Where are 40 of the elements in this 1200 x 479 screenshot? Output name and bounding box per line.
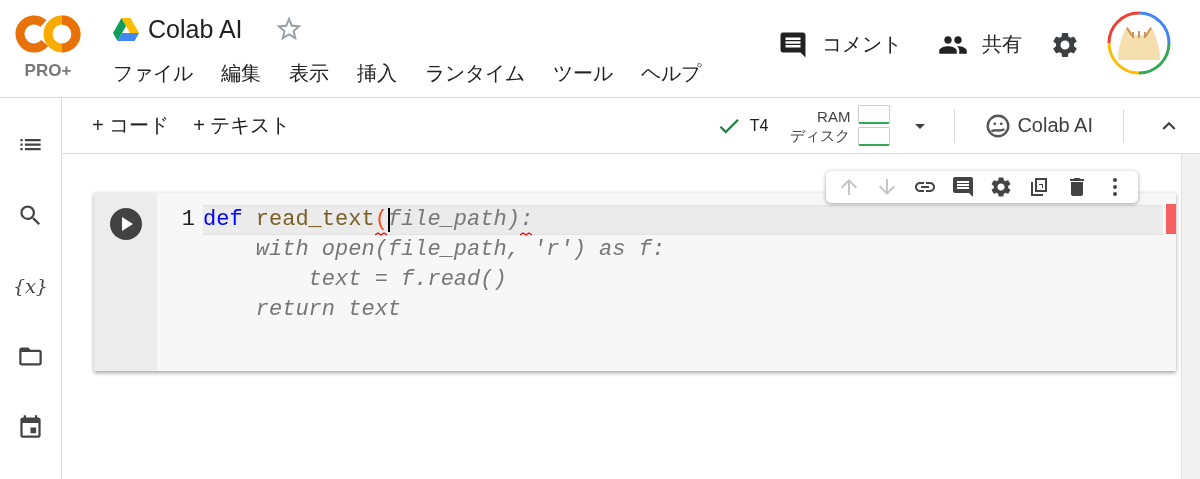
- runtime-label[interactable]: T4: [749, 116, 769, 135]
- code-suggestion: :: [519, 205, 534, 235]
- menu-item[interactable]: ヘルプ: [637, 58, 713, 89]
- code-suggestion: text = f.read(): [307, 266, 507, 294]
- comment-icon[interactable]: [951, 175, 975, 199]
- drive-icon[interactable]: [113, 17, 139, 41]
- code-cell[interactable]: 1 def read_text(file_path): with open(file_path, 'r') as f: text = f.read() return text: [94, 192, 1176, 371]
- menu-item[interactable]: ランタイム: [421, 58, 537, 89]
- avatar[interactable]: [1106, 9, 1172, 76]
- add-button[interactable]: + コード: [86, 108, 176, 143]
- assistant-icon: [985, 112, 1012, 139]
- run-button[interactable]: [108, 207, 143, 241]
- usage-meter: [858, 105, 891, 124]
- add-button[interactable]: + テキスト: [187, 108, 297, 143]
- code-bracket: (: [374, 205, 388, 235]
- settings-icon[interactable]: [989, 175, 1013, 199]
- share-button[interactable]: 共有: [930, 23, 1030, 66]
- code-suggestion: with open(file_path, 'r') as f:: [254, 236, 666, 264]
- meter-label: ディスク: [790, 125, 851, 145]
- colab-ai-button[interactable]: Colab AI: [977, 108, 1101, 143]
- code-suggestion: file_path): [387, 206, 520, 234]
- usage-meter: [858, 127, 891, 146]
- scrollbar[interactable]: [1181, 154, 1200, 479]
- meter-label: RAM: [817, 106, 851, 126]
- notebook-title[interactable]: Colab AI: [148, 14, 243, 44]
- code-suggestion: return text: [254, 296, 402, 324]
- variables-icon[interactable]: {x}: [13, 273, 48, 299]
- calendar-icon[interactable]: [17, 414, 44, 441]
- line-number: 1: [180, 206, 195, 234]
- plan-label: PRO+: [24, 61, 72, 81]
- menu-item[interactable]: ファイル: [109, 58, 205, 89]
- code-keyword: def: [203, 206, 244, 234]
- error-marker: [1166, 204, 1176, 234]
- menu-item[interactable]: 挿入: [353, 58, 409, 89]
- comment-button[interactable]: コメント: [770, 23, 910, 66]
- menu-item[interactable]: ツール: [549, 58, 625, 89]
- logo-icon: [15, 13, 81, 55]
- function-name: read_text: [255, 206, 375, 234]
- menu-item[interactable]: 表示: [285, 58, 341, 89]
- menu-item[interactable]: 編集: [217, 58, 273, 89]
